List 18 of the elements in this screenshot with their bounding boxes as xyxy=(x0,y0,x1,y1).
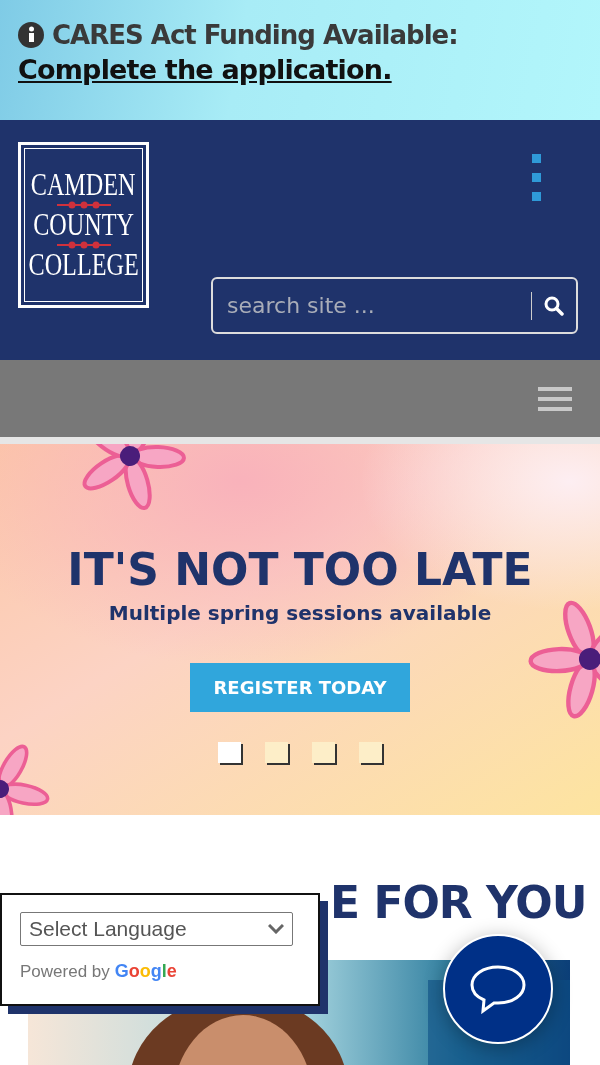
hero-title: IT'S NOT TOO LATE xyxy=(67,544,533,595)
search-button[interactable] xyxy=(531,291,564,320)
section-heading: E FOR YOU xyxy=(330,877,587,928)
info-icon xyxy=(18,22,44,48)
hero-subtitle: Multiple spring sessions available xyxy=(108,601,492,625)
google-wordmark: Google xyxy=(114,961,177,982)
speech-bubble-icon xyxy=(469,964,527,1014)
search-field[interactable]: search site ... xyxy=(225,292,531,319)
language-select[interactable]: Select Language xyxy=(20,912,293,946)
menu-icon[interactable] xyxy=(538,386,572,411)
search-icon xyxy=(544,295,564,316)
search-bar[interactable]: search site ... xyxy=(211,277,578,334)
alert-title: CARES Act Funding Available: xyxy=(52,20,458,50)
chevron-down-icon xyxy=(268,924,284,934)
powered-by-label: Powered by xyxy=(20,961,110,982)
more-icon[interactable] xyxy=(532,154,542,202)
application-link[interactable]: Complete the application. xyxy=(18,54,392,85)
college-logo[interactable]: CAMDEN COUNTY COLLEGE xyxy=(18,142,149,308)
